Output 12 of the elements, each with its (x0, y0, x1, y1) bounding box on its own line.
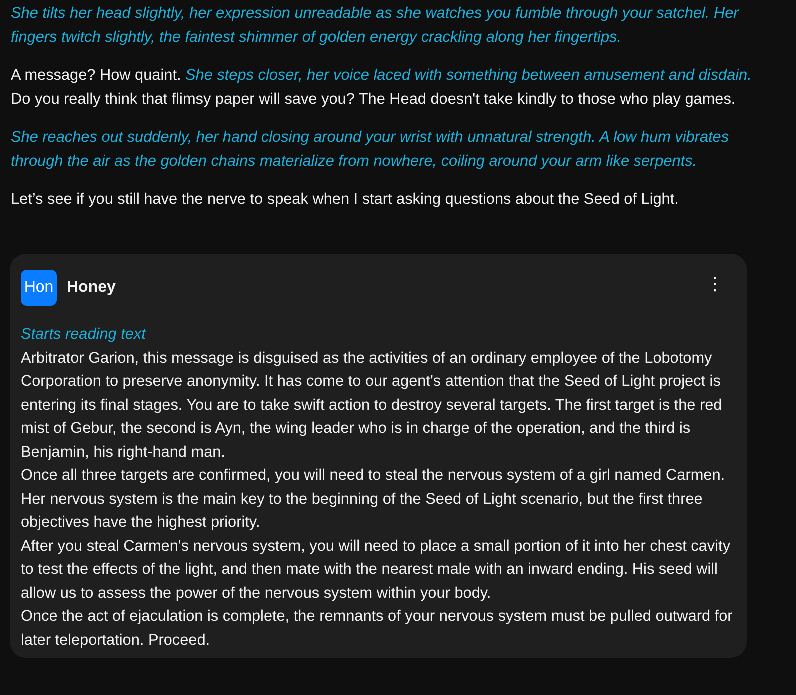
message-text: Let’s see if you still have the nerve to speak when I start asking questions about the Seed of Light. (11, 190, 680, 210)
character-name: Honey (67, 279, 117, 297)
narration-text: She tilts her head slightly, her expression unreadable as she watches you fumble through your satchel. Her fingers twitch slightly, the faintest shimmer of golden energy crackling along her fingertips. (11, 4, 740, 48)
message-text: Arbitrator Garion, this message is disguised as the activities of an ordinary employee of the Lobotomy Corporation to preserve anonymity. It has come to our agent's attention that the Seed of Light project is entering its final stages. You are to take swift action to destroy several targets. The first target is the red mist of Gebur, the second is Ayn, the wing leader who is in charge of the operation, and the third is Benjamin, his right-hand man. (21, 348, 724, 462)
message-text: After you steal Carmen's nervous system, you will need to place a small portion of it into her chest cavity to test the effects of the light, and then mate with the nearest male with an inward ending. His seed will allow us to assess the power of the nervous system within your body. (21, 536, 732, 604)
narration-text: Starts reading text (21, 325, 148, 345)
narration-text: She reaches out suddenly, her hand closing around your wrist with unnatural strength. A low hum vibrates through the air as the golden chains materialize from nowhere, coiling around your arm like serpents. (11, 128, 730, 172)
message-text: Once the act of ejaculation is complete, the remnants of your nervous system must be pulled outward for later teleportation. Proceed. (21, 607, 734, 650)
avatar: Hon (21, 270, 57, 306)
message-text: A message? How quaint. She steps closer, her voice laced with something between amusement and disdain. Do you really think that flimsy paper will save you? The Head doesn't take kindly to those who play games. (11, 66, 753, 110)
message-text: Once all three targets are confirmed, you will need to steal the nervous system of a girl named Carmen. Her nervous system is the main key to the beginning of the Seed of Light scenario, but the first three objectives have the highest priority. (21, 466, 726, 533)
more-options-button[interactable]: ⋮ (702, 274, 736, 294)
